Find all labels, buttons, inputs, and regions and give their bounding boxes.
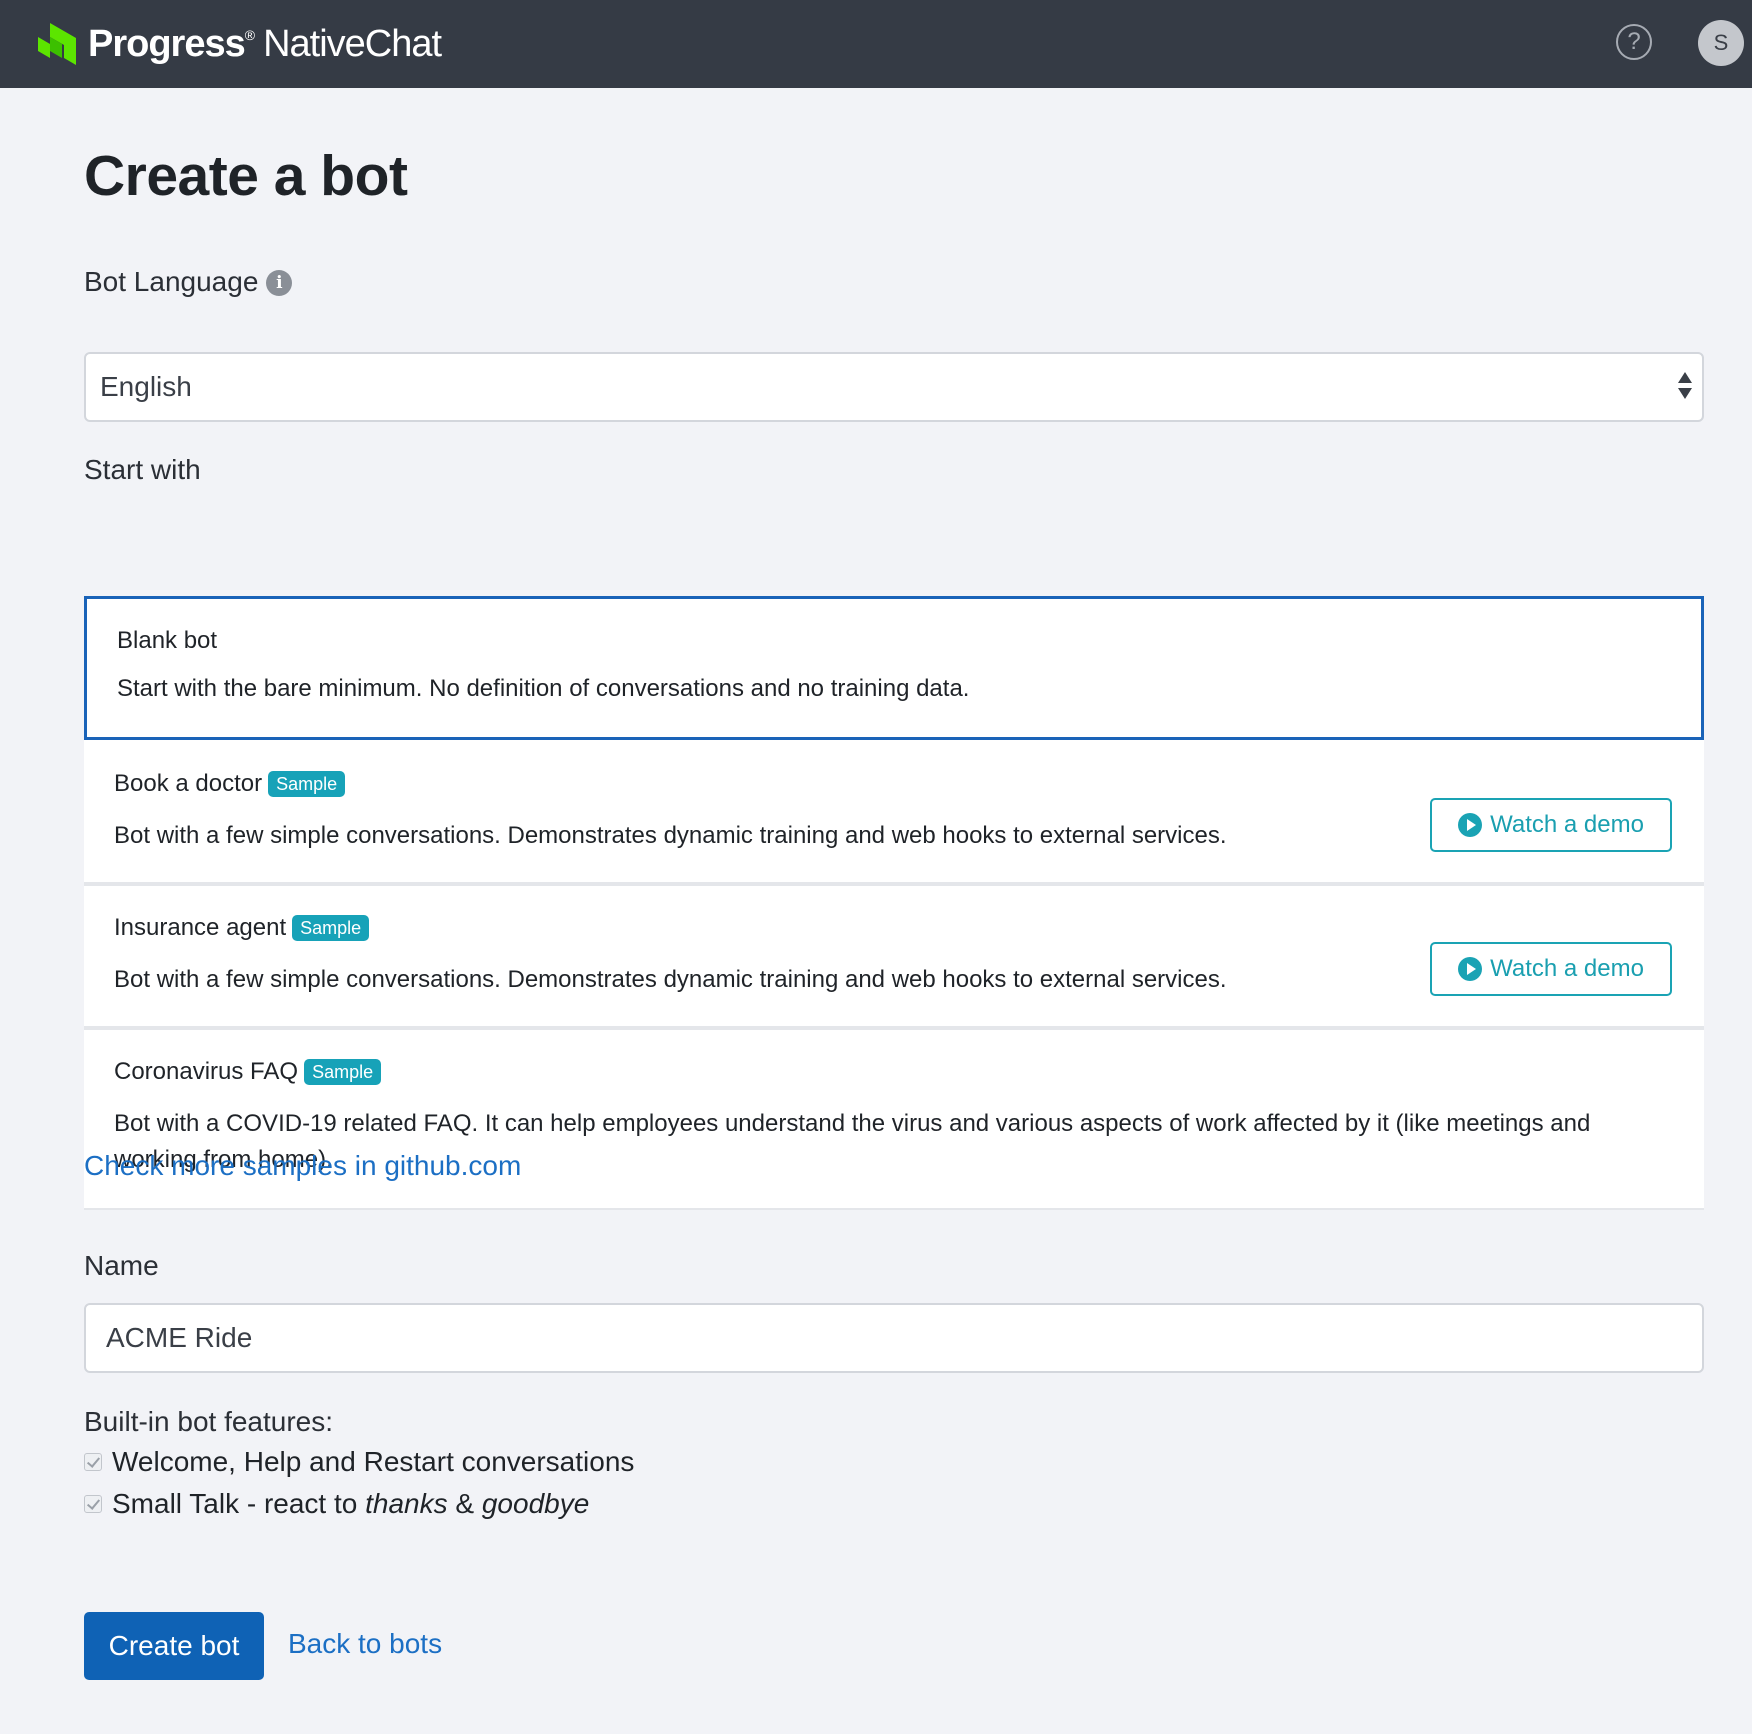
sample-badge: Sample bbox=[304, 1059, 382, 1085]
top-navigation-bar: Progress ® NativeChat ? S bbox=[0, 0, 1752, 88]
info-icon[interactable]: i bbox=[266, 270, 293, 296]
start-with-label: Start with bbox=[84, 454, 201, 485]
option-title: Blank bot bbox=[117, 627, 217, 655]
sample-badge: Sample bbox=[292, 915, 370, 941]
option-description: Start with the bare minimum. No definiti… bbox=[117, 675, 970, 702]
option-coronavirus-faq[interactable]: Coronavirus FAQ Sample Bot with a COVID-… bbox=[84, 1030, 1704, 1210]
option-blank-bot[interactable]: Blank bot Start with the bare minimum. N… bbox=[84, 596, 1704, 740]
option-insurance-agent[interactable]: Insurance agent Sample Bot with a few si… bbox=[84, 886, 1704, 1026]
bot-language-label-text: Bot Language bbox=[84, 266, 259, 297]
option-title-text: Coronavirus FAQ bbox=[114, 1058, 299, 1085]
create-bot-button[interactable]: Create bot bbox=[84, 1612, 264, 1680]
feature-label-emphasis: thanks bbox=[365, 1488, 448, 1519]
back-to-bots-link[interactable]: Back to bots bbox=[288, 1628, 442, 1660]
checkbox-checked-icon[interactable] bbox=[84, 1453, 102, 1471]
feature-welcome-help-restart[interactable]: Welcome, Help and Restart conversations bbox=[84, 1446, 634, 1478]
option-title-text: Book a doctor bbox=[114, 770, 263, 797]
feature-small-talk[interactable]: Small Talk - react to thanks & goodbye bbox=[84, 1488, 589, 1520]
bot-name-input[interactable] bbox=[84, 1303, 1704, 1373]
product-name: NativeChat bbox=[263, 22, 442, 65]
bot-language-select[interactable]: English bbox=[84, 352, 1704, 422]
option-title: Book a doctor Sample bbox=[114, 770, 346, 798]
feature-label: Welcome, Help and Restart conversations bbox=[112, 1446, 635, 1477]
option-title-text: Blank bot bbox=[117, 627, 218, 654]
option-description: Bot with a few simple conversations. Dem… bbox=[114, 966, 1227, 993]
option-title-text: Insurance agent bbox=[114, 914, 287, 941]
watch-demo-label: Watch a demo bbox=[1490, 811, 1644, 838]
watch-demo-button[interactable]: Watch a demo bbox=[1430, 942, 1672, 996]
feature-label-emphasis: goodbye bbox=[481, 1488, 590, 1519]
brand-logo[interactable]: Progress ® NativeChat bbox=[38, 20, 442, 68]
option-book-a-doctor[interactable]: Book a doctor Sample Bot with a few simp… bbox=[84, 740, 1704, 882]
name-label: Name bbox=[84, 1250, 159, 1281]
progress-chevron-logo-icon bbox=[38, 23, 76, 65]
sample-badge: Sample bbox=[268, 771, 346, 797]
checkbox-checked-icon[interactable] bbox=[84, 1495, 102, 1513]
user-avatar[interactable]: S bbox=[1698, 20, 1744, 66]
watch-demo-button[interactable]: Watch a demo bbox=[1430, 798, 1672, 852]
page-title: Create a bot bbox=[84, 144, 408, 208]
option-title: Insurance agent Sample bbox=[114, 914, 370, 942]
registered-mark: ® bbox=[244, 27, 256, 43]
feature-label-part: & bbox=[447, 1488, 482, 1519]
bot-language-label: Bot Language i bbox=[84, 266, 293, 298]
help-icon[interactable]: ? bbox=[1616, 24, 1652, 60]
more-samples-link[interactable]: Check more samples in github.com bbox=[84, 1150, 521, 1182]
brand-name: Progress bbox=[88, 22, 246, 65]
select-arrows-icon bbox=[1678, 370, 1692, 402]
watch-demo-label: Watch a demo bbox=[1490, 955, 1644, 982]
option-description: Bot with a few simple conversations. Dem… bbox=[114, 822, 1227, 849]
built-in-features-label: Built-in bot features: bbox=[84, 1406, 334, 1437]
feature-label: Small Talk - react to thanks & goodbye bbox=[112, 1488, 589, 1520]
feature-label-part: Small Talk - react to bbox=[112, 1488, 366, 1519]
option-title: Coronavirus FAQ Sample bbox=[114, 1058, 382, 1086]
play-circle-icon bbox=[1458, 813, 1483, 837]
bot-language-selected-value: English bbox=[100, 371, 192, 402]
play-circle-icon bbox=[1458, 957, 1483, 981]
